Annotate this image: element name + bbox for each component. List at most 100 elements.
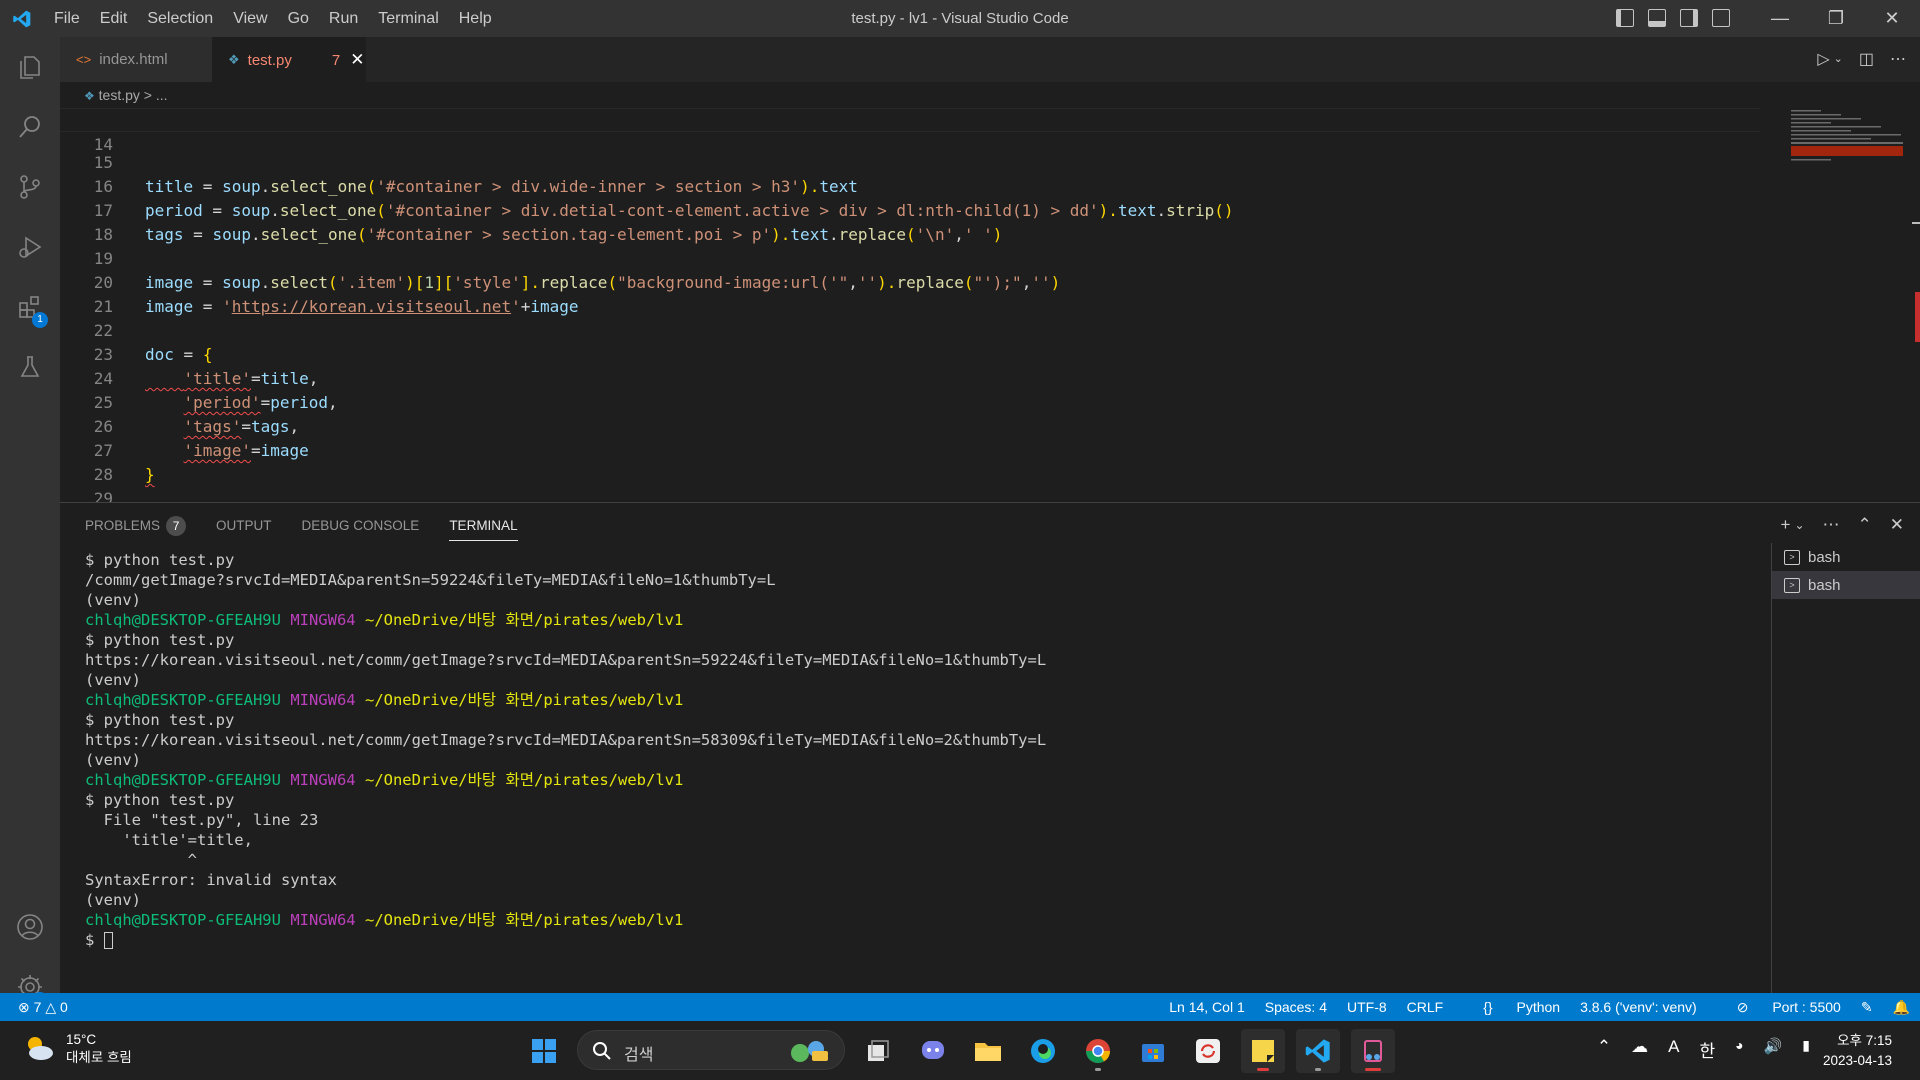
status-right: Ln 14, Col 1 Spaces: 4 UTF-8 CRLF {} Pyt… — [1149, 993, 1910, 1021]
sync-app-icon[interactable] — [1186, 1029, 1230, 1073]
terminal-line: chlqh@DESKTOP-GFEAH9U MINGW64 ~/OneDrive… — [85, 690, 1745, 710]
running-indicator — [1315, 1068, 1321, 1071]
vscode-icon[interactable] — [1296, 1029, 1340, 1073]
more-actions-icon[interactable]: ⋯ — [1890, 49, 1906, 69]
customize-layout-icon[interactable] — [1712, 9, 1730, 27]
menu-go[interactable]: Go — [278, 0, 319, 37]
task-view-icon[interactable] — [856, 1029, 900, 1073]
menu-help[interactable]: Help — [449, 0, 502, 37]
feedback-icon[interactable]: ✎ — [1861, 993, 1873, 1021]
toggle-panel-icon[interactable] — [1648, 9, 1666, 27]
indentation[interactable]: Spaces: 4 — [1265, 993, 1327, 1021]
terminal-text: (venv) — [85, 751, 141, 769]
code-line: 26 'image'=image — [60, 391, 1760, 460]
code-editor[interactable]: 14 15 title = soup.select_one('#containe… — [60, 108, 1920, 502]
terminal-item[interactable]: > bash — [1772, 543, 1920, 571]
terminal-line: (venv) — [85, 750, 1745, 770]
account-icon[interactable] — [0, 897, 60, 957]
source-control-icon[interactable] — [0, 157, 60, 217]
snipping-tool-icon[interactable] — [1351, 1029, 1395, 1073]
file-explorer-icon[interactable] — [966, 1029, 1010, 1073]
tab-test-py[interactable]: ❖ test.py 7 ✕ — [212, 37, 366, 82]
run-debug-icon[interactable] — [0, 217, 60, 277]
tab-label: index.html — [99, 51, 168, 68]
testing-icon[interactable] — [0, 337, 60, 397]
prompt-user: chlqh@DESKTOP-GFEAH9U — [85, 911, 281, 929]
encoding[interactable]: UTF-8 — [1347, 993, 1387, 1021]
minimize-icon[interactable]: — — [1752, 0, 1808, 37]
code-line: 28 — [60, 439, 1760, 484]
restore-icon[interactable]: ❐ — [1808, 0, 1864, 37]
toggle-primary-sidebar-icon[interactable] — [1616, 9, 1634, 27]
menu-view[interactable]: View — [223, 0, 277, 37]
menu-selection[interactable]: Selection — [137, 0, 223, 37]
code-line: 20 image = 'https://korean.visitseoul.ne… — [60, 247, 1760, 316]
tab-terminal[interactable]: TERMINAL — [449, 503, 518, 549]
weather-widget[interactable]: 15°C 대체로 흐림 — [22, 1031, 132, 1067]
run-python-file-icon[interactable]: ▷ — [1817, 49, 1829, 69]
chat-icon[interactable] — [911, 1029, 955, 1073]
code-line: 18 — [60, 199, 1760, 244]
edge-icon[interactable] — [1021, 1029, 1065, 1073]
python-interpreter[interactable]: 3.8.6 ('venv': venv) — [1580, 993, 1697, 1021]
bottom-panel: PROBLEMS 7 OUTPUT DEBUG CONSOLE TERMINAL … — [60, 502, 1920, 993]
search-icon[interactable] — [0, 97, 60, 157]
language-mode[interactable]: {} Python — [1463, 993, 1560, 1021]
wifi-icon[interactable]: ◕ — [1735, 1037, 1743, 1062]
new-terminal-icon[interactable]: + — [1781, 515, 1791, 535]
chrome-icon[interactable] — [1076, 1029, 1120, 1073]
close-panel-icon[interactable]: ✕ — [1890, 515, 1904, 535]
show-hidden-icons-chevron-icon[interactable]: ⌃ — [1597, 1037, 1611, 1062]
tab-problems[interactable]: PROBLEMS 7 — [85, 503, 187, 549]
minimap[interactable] — [1787, 108, 1905, 502]
prompt-path: ~/OneDrive/바탕 화면/pirates/web/lv1 — [364, 691, 684, 709]
tab-output[interactable]: OUTPUT — [216, 503, 272, 549]
ime-language[interactable]: 한 — [1699, 1037, 1715, 1062]
cursor-position[interactable]: Ln 14, Col 1 — [1169, 993, 1245, 1021]
menu-run[interactable]: Run — [319, 0, 368, 37]
menu-edit[interactable]: Edit — [90, 0, 138, 37]
live-server-port[interactable]: ⊘ Port : 5500 — [1717, 993, 1841, 1021]
end-of-line[interactable]: CRLF — [1407, 993, 1444, 1021]
close-tab-icon[interactable]: ✕ — [350, 50, 364, 70]
volume-icon[interactable]: 🔊 — [1764, 1037, 1783, 1062]
editor-scrollbar[interactable] — [1905, 108, 1920, 502]
notifications-bell-icon[interactable]: 🔔 — [1893, 993, 1910, 1021]
extensions-icon[interactable]: 1 — [0, 277, 60, 337]
more-panel-actions-icon[interactable]: ⋯ — [1823, 515, 1840, 535]
error-icon: ⊗ — [18, 999, 30, 1015]
close-window-icon[interactable]: ✕ — [1864, 0, 1920, 37]
code-line: 16 period = soup.select_one('#container … — [60, 151, 1760, 220]
split-editor-icon[interactable]: ◫ — [1859, 49, 1874, 69]
terminal-dropdown-chevron-icon[interactable]: ⌄ — [1794, 518, 1804, 535]
maximize-panel-chevron-up-icon[interactable]: ⌃ — [1858, 515, 1872, 535]
breadcrumb-file[interactable]: test.py — [99, 87, 140, 103]
terminal-text: (venv) — [85, 891, 141, 909]
battery-icon[interactable]: ▮ — [1802, 1037, 1810, 1062]
store-icon[interactable] — [1131, 1029, 1175, 1073]
terminal-line: ^ — [85, 850, 1745, 870]
windows-start-icon[interactable] — [522, 1029, 566, 1073]
code-line: 23 'title'=title, — [60, 319, 1760, 388]
breadcrumb-more[interactable]: ... — [156, 87, 168, 103]
run-dropdown-chevron-icon[interactable]: ⌄ — [1834, 52, 1843, 69]
title-bar: File Edit Selection View Go Run Terminal… — [0, 0, 1920, 37]
tab-debug-console[interactable]: DEBUG CONSOLE — [302, 503, 420, 549]
terminal-item[interactable]: > bash — [1772, 571, 1920, 599]
taskbar-search[interactable]: 검색 — [577, 1030, 845, 1070]
editor-tabs: <> index.html ❖ test.py 7 ✕ ▷ ⌄ ◫ ⋯ — [60, 37, 1920, 82]
onedrive-cloud-icon[interactable]: ☁ — [1631, 1037, 1648, 1062]
toggle-secondary-sidebar-icon[interactable] — [1680, 9, 1698, 27]
explorer-icon[interactable] — [0, 37, 60, 97]
sticky-notes-icon[interactable] — [1241, 1029, 1285, 1073]
status-bar: ⊗ 7 △ 0 Ln 14, Col 1 Spaces: 4 UTF-8 CRL… — [0, 993, 1920, 1021]
clock[interactable]: 오후 7:15 2023-04-13 — [1823, 1031, 1892, 1071]
problems-status[interactable]: ⊗ 7 △ 0 — [18, 993, 68, 1021]
menu-terminal[interactable]: Terminal — [368, 0, 448, 37]
tab-index-html[interactable]: <> index.html — [60, 37, 212, 82]
menu-file[interactable]: File — [44, 0, 90, 37]
ime-mode[interactable]: A — [1668, 1037, 1679, 1062]
terminal-output[interactable]: $ python test.py/comm/getImage?srvcId=ME… — [85, 550, 1745, 990]
terminal-text: https://korean.visitseoul.net/comm/getIm… — [85, 731, 1047, 749]
terminal-list: > bash > bash — [1771, 543, 1920, 993]
